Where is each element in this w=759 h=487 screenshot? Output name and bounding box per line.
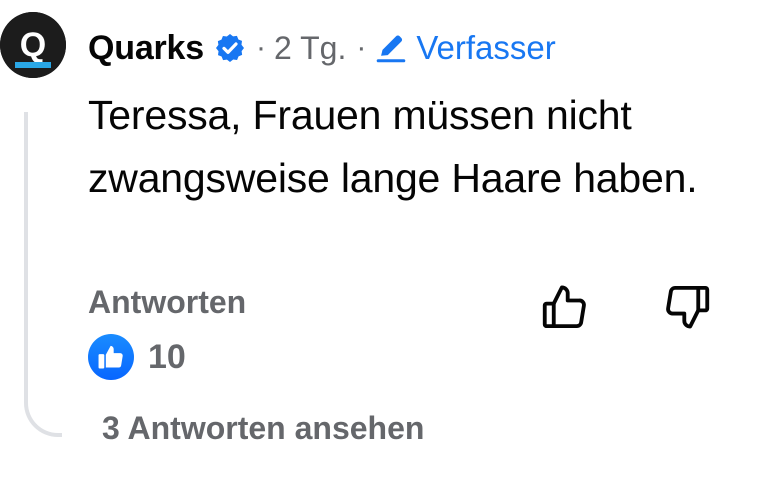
avatar[interactable]: Q [0,12,66,78]
quarks-logo-icon: Q [0,12,66,78]
view-replies-link[interactable]: 3 Antworten ansehen [102,410,424,447]
author-role-label: Verfasser [416,29,556,66]
avatar-letter: Q [20,26,46,64]
thread-connector-line [24,112,62,437]
comment-header: Quarks · 2 Tg. · Verfasser [88,24,556,72]
author-name[interactable]: Quarks [88,29,204,68]
separator-dot: · [255,31,266,64]
comment-container: Q Quarks · 2 Tg. · Verfasser Teressa, Fr… [0,0,759,487]
thumbs-down-icon[interactable] [660,280,714,334]
verified-badge-icon [214,32,246,64]
reaction-summary[interactable]: 10 [88,334,186,380]
pencil-icon [374,31,408,65]
reaction-count: 10 [148,337,186,376]
like-reaction-icon [88,334,134,380]
reply-button[interactable]: Antworten [88,284,246,321]
thumbs-up-icon[interactable] [538,280,592,334]
separator-dot: · [356,31,367,64]
comment-text: Teressa, Frauen müssen nicht zwangsweise… [88,92,698,201]
comment-timestamp[interactable]: 2 Tg. [274,30,346,67]
